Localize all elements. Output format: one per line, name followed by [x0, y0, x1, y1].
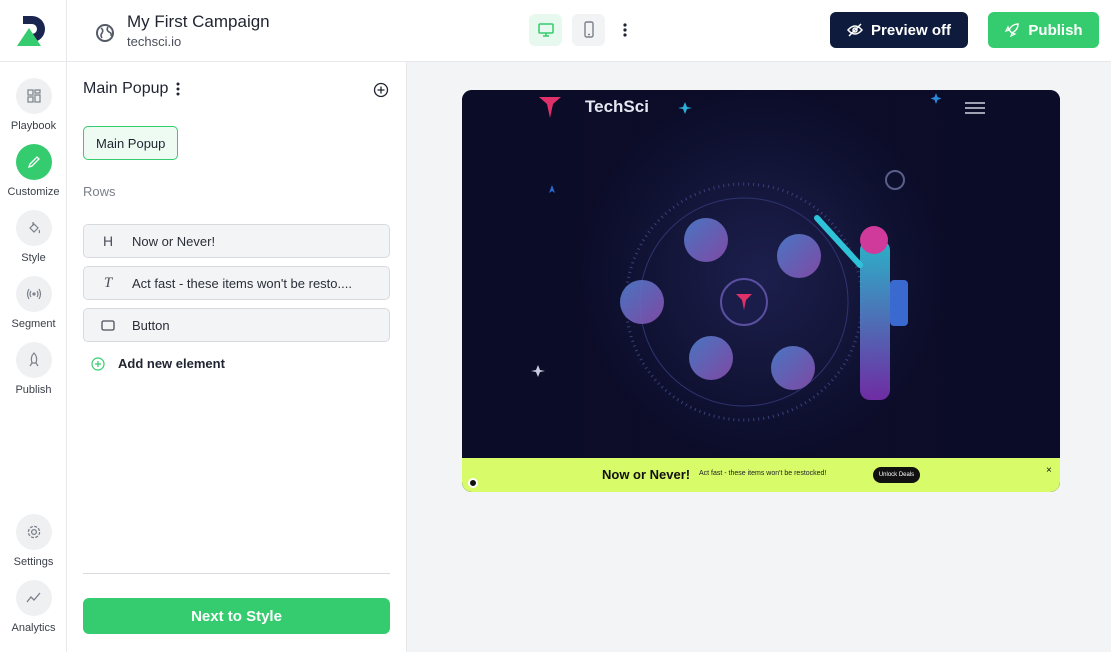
rail-label: Segment: [11, 318, 56, 330]
row-button[interactable]: Button: [83, 308, 390, 342]
logo-icon: [17, 16, 45, 46]
desktop-view-button[interactable]: [529, 14, 562, 46]
banner-title: Now or Never!: [602, 467, 691, 482]
text-icon: T: [103, 274, 113, 291]
rows-label: Rows: [83, 184, 116, 199]
grid-icon: [26, 89, 41, 103]
rail-item-playbook[interactable]: Playbook: [0, 78, 67, 132]
preview-toggle-button[interactable]: Preview off: [830, 12, 968, 48]
app-logo[interactable]: [0, 0, 67, 62]
popup-chip[interactable]: Main Popup: [83, 126, 179, 160]
kebab-icon: [623, 23, 627, 37]
rail-item-style[interactable]: Style: [0, 210, 67, 264]
panel-divider: [83, 573, 390, 574]
globe-icon: [96, 24, 114, 42]
customize-icon-wrap: [15, 144, 52, 180]
publish-icon-wrap: [15, 342, 52, 378]
mobile-icon: [583, 21, 594, 38]
rail-item-analytics[interactable]: Analytics: [0, 580, 67, 634]
campaign-info: My First Campaign techsci.io: [95, 12, 270, 50]
segment-icon-wrap: [15, 276, 52, 312]
add-popup-icon[interactable]: [373, 82, 389, 98]
kebab-icon[interactable]: [176, 82, 180, 96]
next-to-style-button[interactable]: Next to Style: [83, 598, 390, 634]
settings-icon-wrap: [15, 514, 52, 550]
paint-bucket-icon: [28, 222, 40, 234]
rail-label: Customize: [7, 186, 60, 198]
add-element-label: Add new element: [118, 356, 225, 371]
rocket-icon: [29, 352, 38, 367]
hamburger-icon: [965, 102, 985, 114]
trend-icon: [25, 592, 40, 603]
row-label: Now or Never!: [132, 233, 216, 249]
plus-circle-icon: [91, 356, 105, 371]
preview-canvas: TechSci Now or Never! Act fast - these i…: [407, 62, 1111, 652]
eye-off-icon: [846, 23, 863, 37]
analytics-icon-wrap: [15, 580, 52, 616]
banner-cta-button[interactable]: Unlock Deals: [873, 467, 920, 483]
more-options-button[interactable]: [615, 14, 635, 46]
row-label: Act fast - these items won't be resto...…: [132, 275, 352, 291]
mobile-view-button[interactable]: [572, 14, 605, 46]
badge-icon: [468, 478, 478, 488]
rail-label: Analytics: [11, 622, 56, 634]
style-icon-wrap: [15, 210, 52, 246]
top-bar: My First Campaign techsci.io Preview off…: [0, 0, 1111, 62]
rail-label: Publish: [15, 384, 52, 396]
publish-label: Publish: [1028, 21, 1083, 39]
button-element-icon: [84, 319, 132, 331]
banner-subtitle: Act fast - these items won't be restocke…: [699, 470, 827, 477]
pencil-icon: [27, 156, 40, 169]
site-preview: TechSci Now or Never! Act fast - these i…: [462, 90, 1060, 492]
campaign-domain: techsci.io: [127, 34, 182, 49]
heading-icon: H: [102, 233, 114, 249]
rail-item-settings[interactable]: Settings: [0, 514, 67, 568]
banner-close-icon[interactable]: ×: [1046, 465, 1052, 476]
row-heading[interactable]: H Now or Never!: [83, 224, 390, 258]
rail-label: Settings: [13, 556, 54, 568]
rail-item-segment[interactable]: Segment: [0, 276, 67, 330]
rail-label: Style: [21, 252, 46, 264]
preview-toggle-label: Preview off: [870, 21, 952, 39]
panel-title: Main Popup: [83, 80, 169, 97]
playbook-icon-wrap: [15, 78, 52, 114]
hero-illustration: [462, 90, 1060, 492]
gear-icon: [27, 525, 40, 539]
publish-button[interactable]: Publish: [988, 12, 1099, 48]
rail-label: Playbook: [10, 120, 57, 132]
add-element-button[interactable]: Add new element: [91, 356, 225, 371]
editor-panel: Main Popup Main Popup Rows H Now or Neve…: [67, 62, 407, 652]
preview-brand: TechSci: [585, 97, 649, 116]
left-nav-rail: Playbook Customize Style Segment Publish…: [0, 62, 67, 652]
rectangle-icon: [101, 319, 115, 331]
rail-item-publish[interactable]: Publish: [0, 342, 67, 396]
panel-header: Main Popup: [83, 80, 180, 98]
row-label: Button: [132, 317, 170, 333]
rail-item-customize[interactable]: Customize: [0, 144, 67, 198]
popup-banner: Now or Never! Act fast - these items won…: [462, 458, 1060, 492]
device-toggle: [529, 14, 635, 46]
row-text[interactable]: T Act fast - these items won't be resto.…: [83, 266, 390, 300]
rocket-icon: [1005, 23, 1020, 38]
campaign-title[interactable]: My First Campaign: [127, 12, 270, 32]
broadcast-icon: [26, 288, 41, 300]
desktop-icon: [537, 23, 554, 37]
